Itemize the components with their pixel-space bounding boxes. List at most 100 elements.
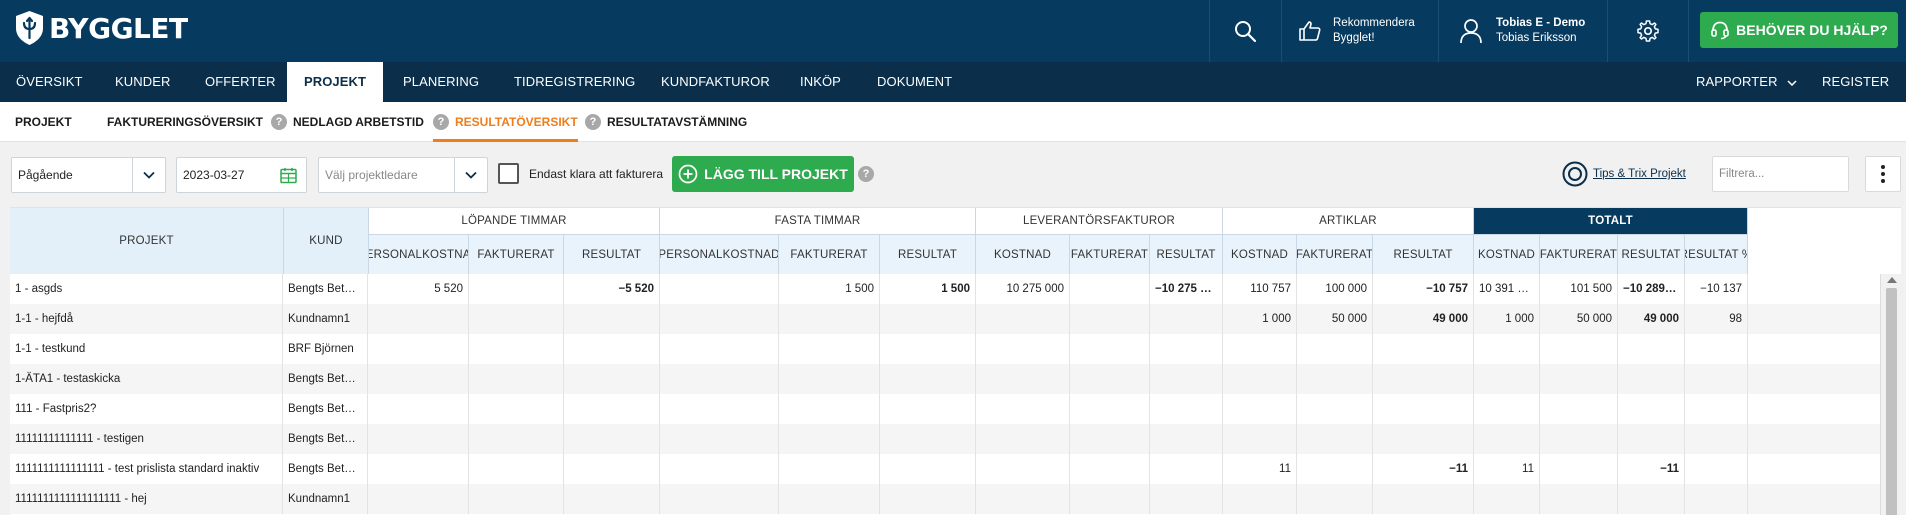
table-row[interactable]: 1-1 - testkund BRF Björnen — [10, 334, 1880, 364]
value-cell — [1070, 274, 1150, 304]
value-cell — [1474, 424, 1540, 454]
subnav-resultatavstamning[interactable]: ? RESULTATAVSTÄMNING — [585, 102, 747, 142]
value-cell — [779, 424, 880, 454]
column-header[interactable]: RESULTAT — [1618, 235, 1685, 274]
user-menu[interactable]: Tobias E - Demo Tobias Eriksson — [1439, 0, 1607, 62]
nav-oversikt[interactable]: ÖVERSIKT — [16, 62, 83, 102]
subnav-nedlagd-arbetstid[interactable]: ? NEDLAGD ARBETSTID — [271, 102, 424, 142]
shield-logo-icon — [16, 11, 43, 45]
scroll-up-arrow-icon[interactable] — [1887, 277, 1897, 283]
recommend-button[interactable]: Rekommendera Bygglet! — [1282, 0, 1438, 62]
column-header[interactable]: FAKTURERAT — [779, 235, 880, 274]
subnav-projekt[interactable]: PROJEKT — [15, 102, 72, 142]
bygglet-logo[interactable]: BYGGLET — [14, 10, 188, 46]
column-header[interactable]: RESULTAT — [564, 235, 660, 274]
table-row[interactable]: 1-ÄTA1 - testaskickaBengts Betong AB — [10, 364, 1880, 394]
value-cell — [1540, 454, 1618, 484]
filter-input[interactable]: Filtrera... — [1712, 156, 1849, 192]
add-project-button[interactable]: LÄGG TILL PROJEKT — [672, 156, 854, 192]
project-cell[interactable]: 1111111111111111 - test prislista standa… — [10, 454, 283, 484]
more-options-button[interactable] — [1865, 156, 1901, 192]
table-row[interactable]: 1 - asgdsBengts Betong AB5 520 −5 520 1 50… — [10, 274, 1880, 304]
value-cell: 1 500 — [880, 274, 976, 304]
nav-projekt[interactable]: PROJEKT — [287, 62, 383, 102]
plus-circle-icon — [678, 164, 698, 184]
customer-cell[interactable]: Bengts Betong AB — [283, 364, 368, 394]
help-icon[interactable]: ? — [858, 166, 874, 182]
value-cell — [1618, 484, 1685, 514]
column-header[interactable]: FAKTURERAT — [1297, 235, 1373, 274]
nav-kunder[interactable]: KUNDER — [115, 62, 171, 102]
customer-cell[interactable]: Bengts Betong AB — [283, 394, 368, 424]
project-cell[interactable]: 1 - asgds — [10, 274, 283, 304]
scrollbar-thumb[interactable] — [1886, 288, 1897, 515]
project-leader-select[interactable]: Välj projektledare — [318, 157, 488, 193]
dot-icon — [1881, 165, 1885, 169]
column-header[interactable]: RESULTAT — [1373, 235, 1474, 274]
nav-offerter[interactable]: OFFERTER — [205, 62, 276, 102]
subnav-resultatoversikt[interactable]: ? RESULTATÖVERSIKT — [433, 102, 578, 142]
subnav-faktureringsoversikt[interactable]: FAKTURERINGSÖVERSIKT — [107, 102, 263, 142]
column-header[interactable]: RESULTAT — [880, 235, 976, 274]
group-header: LÖPANDE TIMMAR — [368, 208, 660, 235]
nav-inkop[interactable]: INKÖP — [800, 62, 841, 102]
value-cell — [1070, 334, 1150, 364]
tips-link[interactable]: Tips & Trix Projekt — [1562, 161, 1686, 187]
customer-cell[interactable]: Bengts Betong AB — [283, 424, 368, 454]
column-header-customer[interactable]: KUND — [283, 208, 368, 274]
nav-planering[interactable]: PLANERING — [403, 62, 479, 102]
value-cell — [469, 364, 564, 394]
ready-to-invoice-filter[interactable]: Endast klara att fakturera — [498, 163, 663, 184]
ready-to-invoice-checkbox[interactable] — [498, 163, 519, 184]
project-cell[interactable]: 1-1 - hejfdå — [10, 304, 283, 334]
column-header[interactable]: PERSONALKOSTNAD — [660, 235, 779, 274]
user-icon — [1460, 19, 1482, 44]
search-button[interactable] — [1209, 0, 1281, 62]
customer-cell[interactable]: Bengts Betong AB — [283, 274, 368, 304]
chevron-down-icon — [454, 158, 487, 192]
column-header-project[interactable]: PROJEKT — [10, 208, 283, 274]
value-cell — [976, 364, 1070, 394]
value-cell — [1618, 334, 1685, 364]
column-header[interactable]: KOSTNAD — [1223, 235, 1297, 274]
help-button[interactable]: BEHÖVER DU HJÄLP? — [1700, 12, 1898, 48]
settings-button[interactable] — [1608, 0, 1688, 62]
nav-tidregistrering[interactable]: TIDREGISTRERING — [514, 62, 635, 102]
column-header[interactable]: RESULTAT — [1150, 235, 1223, 274]
table-row[interactable]: 111 - Fastpris2?Bengts Betong AB — [10, 394, 1880, 424]
table-row[interactable]: 11111111111111 - testigenBengts Betong A… — [10, 424, 1880, 454]
column-header[interactable]: KOSTNAD — [1474, 235, 1540, 274]
value-cell: 50 000 — [1297, 304, 1373, 334]
customer-cell[interactable]: Kundnamn1 — [283, 484, 368, 514]
customer-cell[interactable]: Kundnamn1 — [283, 304, 368, 334]
customer-cell[interactable]: Bengts Betong AB — [283, 454, 368, 484]
column-header[interactable]: FAKTURERAT — [1540, 235, 1618, 274]
nav-rapporter[interactable]: RAPPORTER — [1696, 62, 1797, 102]
project-cell[interactable]: 1-ÄTA1 - testaskicka — [10, 364, 283, 394]
column-header[interactable]: FAKTURERAT — [1070, 235, 1150, 274]
table-row[interactable]: 1-1 - hejfdå Kundnamn1 1 000 50 000 49 000 1 … — [10, 304, 1880, 334]
value-cell — [1685, 484, 1748, 514]
column-header[interactable]: RESULTAT % — [1685, 235, 1748, 274]
date-input[interactable]: 2023-03-27 — [176, 157, 307, 193]
table-row[interactable]: 1111111111111111111 - hej Kundnamn1 — [10, 484, 1880, 514]
project-cell[interactable]: 1111111111111111111 - hej — [10, 484, 283, 514]
column-header[interactable]: PERSONALKOSTNAD — [368, 235, 469, 274]
nav-dokument[interactable]: DOKUMENT — [877, 62, 952, 102]
project-cell[interactable]: 1-1 - testkund — [10, 334, 283, 364]
project-cell[interactable]: 111 - Fastpris2? — [10, 394, 283, 424]
status-select[interactable]: Pågående — [11, 157, 166, 193]
customer-cell[interactable]: BRF Björnen — [283, 334, 368, 364]
nav-kundfakturor[interactable]: KUNDFAKTUROR — [661, 62, 770, 102]
value-cell — [779, 484, 880, 514]
column-header[interactable]: FAKTURERAT — [469, 235, 564, 274]
project-cell[interactable]: 11111111111111 - testigen — [10, 424, 283, 454]
value-cell — [1070, 364, 1150, 394]
vertical-scrollbar[interactable] — [1880, 274, 1901, 515]
nav-register[interactable]: REGISTER — [1822, 62, 1906, 126]
chevron-down-icon — [132, 158, 165, 192]
value-cell: −10 275 000 — [1150, 274, 1223, 304]
calendar-icon[interactable] — [280, 167, 297, 184]
table-row[interactable]: 1111111111111111 - test prislista standa… — [10, 454, 1880, 484]
column-header[interactable]: KOSTNAD — [976, 235, 1070, 274]
